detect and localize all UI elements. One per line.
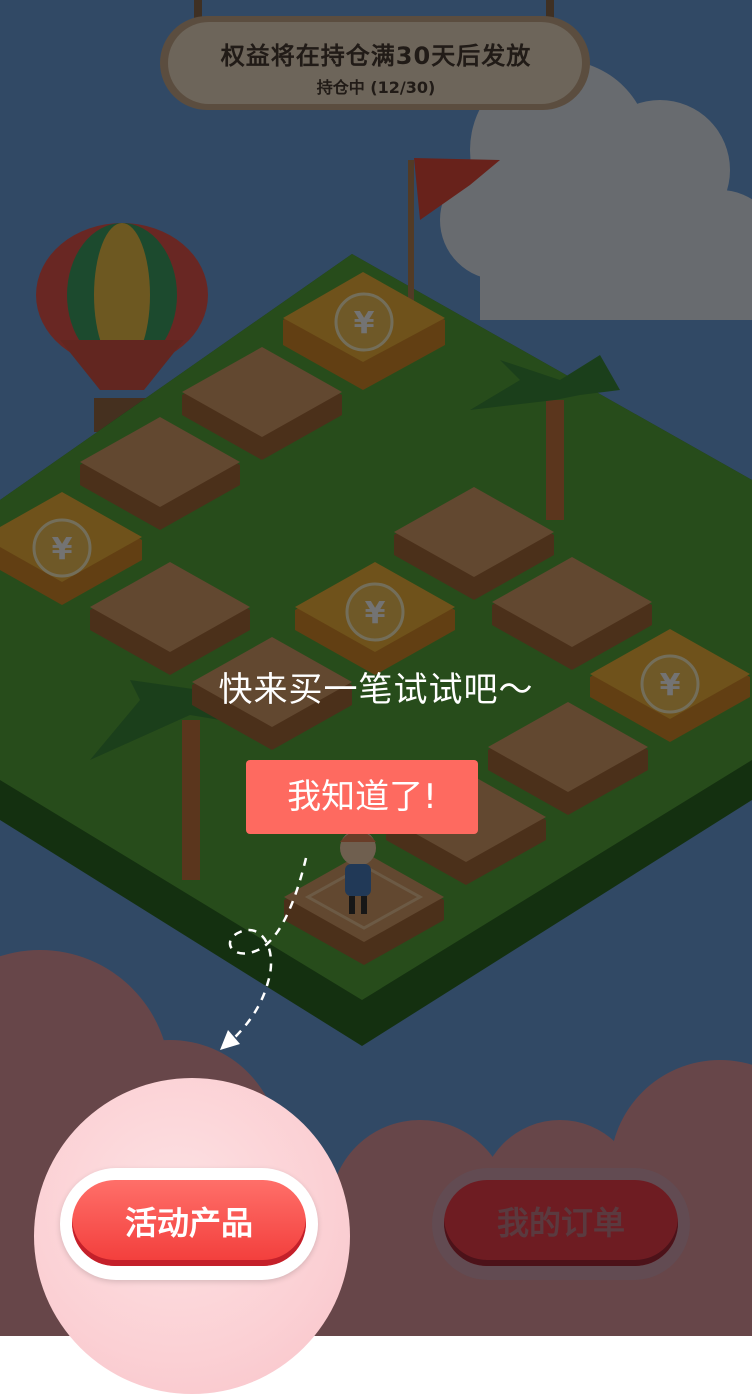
guide-arrow-icon	[220, 857, 308, 1050]
